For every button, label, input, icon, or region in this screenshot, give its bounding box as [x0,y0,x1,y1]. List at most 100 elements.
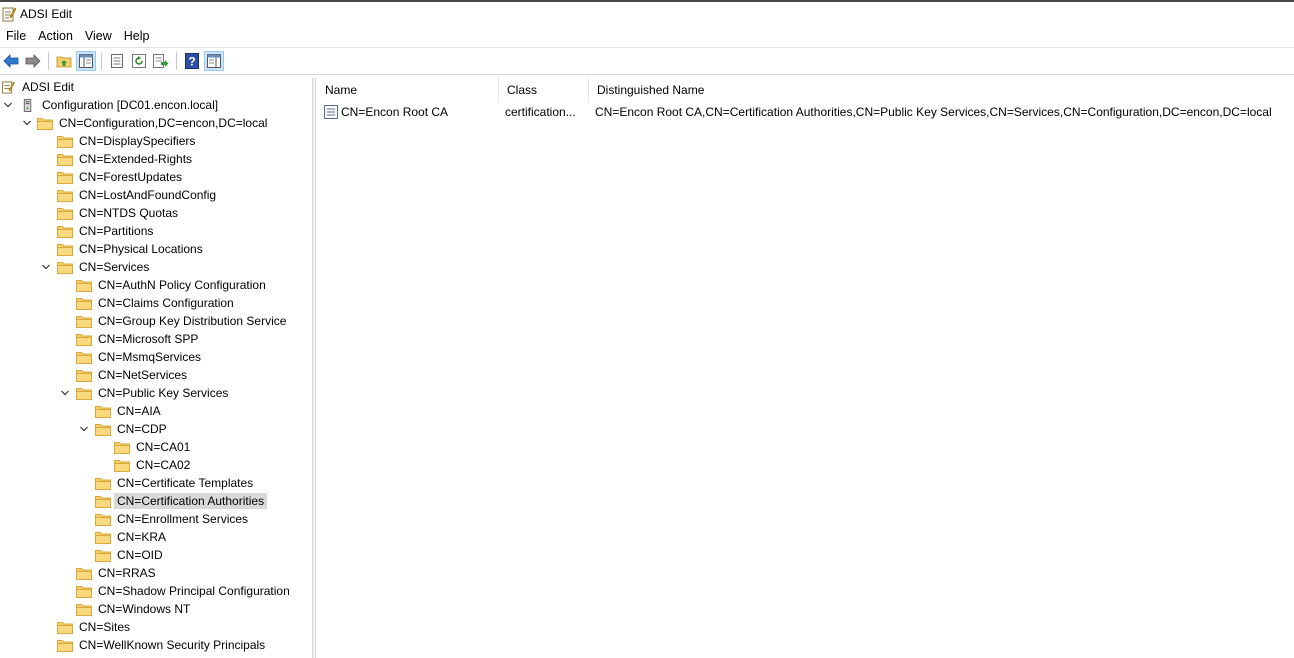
column-header-class[interactable]: Class [499,78,589,102]
tree-item-cn-ntds-quotas[interactable]: CN=NTDS Quotas [57,204,181,222]
tree-item-label: ADSI Edit [22,80,75,94]
forward-icon [25,54,41,68]
menu-help[interactable]: Help [118,26,156,46]
folder-icon [57,135,73,148]
refresh-icon [132,54,146,68]
tree-item-cn-netservices[interactable]: CN=NetServices [76,366,190,384]
tree-item-cn-shadow-principal-configuration[interactable]: CN=Shadow Principal Configuration [76,582,293,600]
tree-item-label: CN=Services [79,260,150,274]
folder-icon [114,459,130,472]
chevron-down-icon[interactable] [21,117,33,129]
tree-item-configuration-connection[interactable]: Configuration [DC01.encon.local] [2,96,221,114]
show-hide-tree-button[interactable] [76,51,96,71]
folder-icon [76,279,92,292]
tree-item-cn-aia[interactable]: CN=AIA [95,402,164,420]
tree-item-cn-authn-policy-configuration[interactable]: CN=AuthN Policy Configuration [76,276,269,294]
tree-item-label: CN=KRA [117,530,167,544]
tree-item-label: CN=NetServices [98,368,188,382]
pane-splitter[interactable] [312,78,316,658]
tree-item-cn-msmqservices[interactable]: CN=MsmqServices [76,348,204,366]
tree-pane[interactable]: ADSI Edit Configuration [DC01.encon.loca… [0,78,312,658]
folder-icon [57,621,73,634]
tree-item-cn-kra[interactable]: CN=KRA [95,528,169,546]
result-list-pane[interactable]: Name Class Distinguished Name CN=Encon R… [317,78,1294,658]
column-header-name[interactable]: Name [317,78,499,102]
tree-item-label: CN=Certificate Templates [117,476,254,490]
tree-item-cn-forestupdates[interactable]: CN=ForestUpdates [57,168,185,186]
show-action-pane-button[interactable] [204,51,224,71]
tree-item-cn-microsoft-spp[interactable]: CN=Microsoft SPP [76,330,201,348]
folder-icon [76,351,92,364]
tree-item-cn-claims-configuration[interactable]: CN=Claims Configuration [76,294,237,312]
tree-item-cn-services[interactable]: CN=Services [40,258,152,276]
folder-icon [57,225,73,238]
tree-item-cn-certification-authorities[interactable]: CN=Certification Authorities [95,492,268,510]
tree-item-cn-sites[interactable]: CN=Sites [57,618,133,636]
tree-item-label: CN=Enrollment Services [117,512,249,526]
menu-file[interactable]: File [0,26,32,46]
tree-item-label: CN=AIA [117,404,161,418]
menu-view[interactable]: View [79,26,118,46]
tree-item-cn-extended-rights[interactable]: CN=Extended-Rights [57,150,195,168]
chevron-down-icon[interactable] [2,99,14,111]
folder-icon [76,333,92,346]
tree-item-adsi-edit-root[interactable]: ADSI Edit [0,78,77,96]
menu-action[interactable]: Action [32,26,79,46]
toolbar-separator [176,52,177,70]
tree-item-label: CN=Group Key Distribution Service [98,314,287,328]
folder-icon [76,387,92,400]
adsi-edit-icon [1,80,15,94]
tree-item-label: CN=WellKnown Security Principals [79,638,266,652]
help-icon: ? [185,53,199,69]
back-button[interactable] [1,51,21,71]
folder-icon [95,531,111,544]
tree-item-cn-certificate-templates[interactable]: CN=Certificate Templates [95,474,256,492]
list-item[interactable]: CN=Encon Root CA certification... CN=Enc… [317,103,1294,121]
tree-item-cn-physical-locations[interactable]: CN=Physical Locations [57,240,206,258]
chevron-down-icon[interactable] [78,423,90,435]
tree-item-label: CN=Partitions [79,224,154,238]
adsi-edit-icon [2,7,16,22]
export-list-button[interactable] [151,51,171,71]
tree-item-cn-cdp[interactable]: CN=CDP [78,420,170,438]
chevron-down-icon[interactable] [40,261,52,273]
folder-icon [57,207,73,220]
tree-item-cn-rras[interactable]: CN=RRAS [76,564,159,582]
tree-item-label: CN=Configuration,DC=encon,DC=local [59,116,268,130]
folder-icon [57,153,73,166]
up-one-level-button[interactable] [54,51,74,71]
folder-icon [95,549,111,562]
tree-item-label: CN=ForestUpdates [79,170,183,184]
forward-button[interactable] [23,51,43,71]
cell-name: CN=Encon Root CA [341,105,449,119]
tree-item-label: CN=OID [117,548,163,562]
tree-item-cn-ca02[interactable]: CN=CA02 [114,456,193,474]
tree-item-cn-ca01[interactable]: CN=CA01 [114,438,193,456]
show-hide-tree-icon [79,54,93,68]
folder-icon [95,423,111,436]
tree-item-label: CN=RRAS [98,566,156,580]
help-button[interactable]: ? [182,51,202,71]
refresh-button[interactable] [129,51,149,71]
tree-item-cn-oid[interactable]: CN=OID [95,546,166,564]
tree-item-label: CN=CA01 [136,440,191,454]
tree-item-cn-public-key-services[interactable]: CN=Public Key Services [59,384,231,402]
tree-item-cn-configuration[interactable]: CN=Configuration,DC=encon,DC=local [21,114,270,132]
folder-icon [95,495,111,508]
tree-item-cn-lostandfoundconfig[interactable]: CN=LostAndFoundConfig [57,186,219,204]
tree-item-cn-enrollment-services[interactable]: CN=Enrollment Services [95,510,251,528]
column-header-distinguished-name[interactable]: Distinguished Name [589,78,1294,102]
menu-bar: File Action View Help [0,26,1294,46]
folder-icon [57,261,73,274]
tree-item-cn-partitions[interactable]: CN=Partitions [57,222,156,240]
tree-item-cn-displayspecifiers[interactable]: CN=DisplaySpecifiers [57,132,198,150]
tree-item-cn-wellknown-security-principals[interactable]: CN=WellKnown Security Principals [57,636,268,654]
tree-item-cn-group-key-distribution-service[interactable]: CN=Group Key Distribution Service [76,312,289,330]
tree-item-cn-windows-nt[interactable]: CN=Windows NT [76,600,193,618]
chevron-down-icon[interactable] [59,387,71,399]
tree-item-label: CN=Sites [79,620,131,634]
tree-item-label: CN=Windows NT [98,602,191,616]
properties-button[interactable] [107,51,127,71]
svg-text:?: ? [188,55,195,69]
tree-item-label: CN=Shadow Principal Configuration [98,584,290,598]
